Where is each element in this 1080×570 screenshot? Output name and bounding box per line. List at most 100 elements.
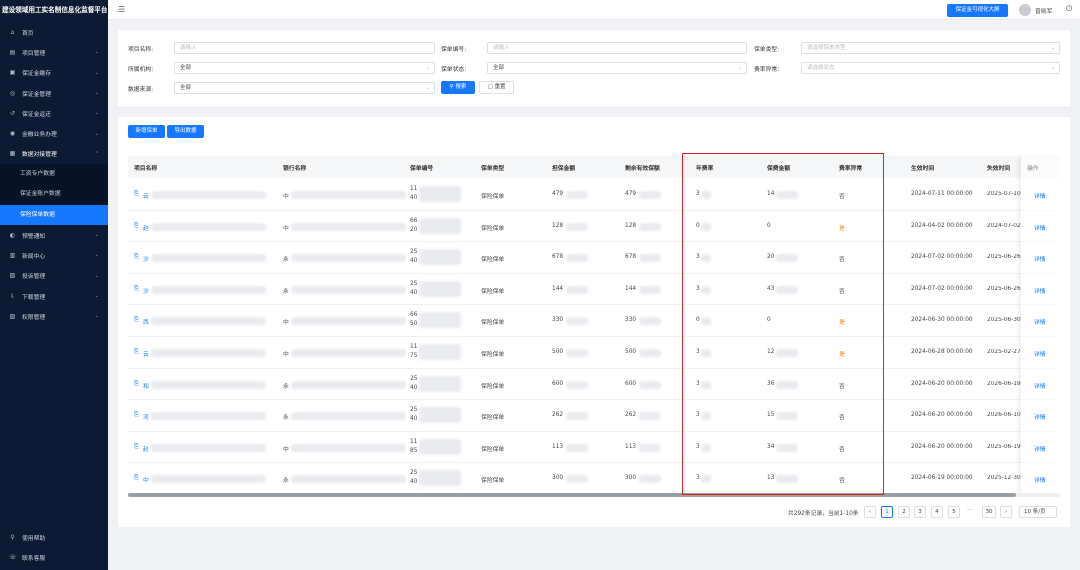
project-name-label: 项目名称: bbox=[128, 47, 154, 53]
redacted-text bbox=[639, 254, 661, 263]
redacted-text bbox=[639, 191, 661, 199]
document-icon: ⎘ bbox=[134, 474, 139, 482]
end-time-cell: 2026-06-10 bbox=[987, 412, 1021, 419]
project-name-link[interactable]: 沙 bbox=[143, 254, 149, 263]
submenu-item[interactable]: 保证金账户数据 bbox=[0, 184, 108, 204]
policy-status-select[interactable]: 全部 ⌄ bbox=[487, 62, 747, 74]
detail-link[interactable]: 详情 bbox=[1034, 381, 1046, 390]
end-time-cell: 2025-06-30 bbox=[987, 317, 1021, 324]
project-icon: ▤ bbox=[9, 48, 16, 56]
detail-link[interactable]: 详情 bbox=[1034, 444, 1046, 453]
policy-type-select[interactable]: 请选择保单类型 ⌄ bbox=[801, 42, 1060, 54]
fee-abnormal-select[interactable]: 请选择状态 ⌄ bbox=[801, 62, 1060, 74]
start-time-cell: 2024-06-19 00:00:00 bbox=[911, 475, 973, 482]
redacted-text bbox=[776, 412, 798, 421]
policy-no-input[interactable]: 请输入 bbox=[487, 42, 747, 54]
policy-no-cell: 66 bbox=[410, 312, 418, 319]
sidebar-item-project[interactable]: ▤ 项目管理 ⌄ bbox=[0, 42, 108, 62]
bank-name-cell: 永 bbox=[283, 257, 289, 264]
sidebar-item-download[interactable]: ⇩ 下载管理 ⌄ bbox=[0, 286, 108, 306]
end-time-cell: 2025-06-26 bbox=[987, 285, 1021, 292]
prev-page-button[interactable]: ‹ bbox=[864, 506, 876, 518]
username[interactable]: 曾晓军 bbox=[1035, 6, 1052, 15]
sidebar-item-news[interactable]: ▥ 新闻中心 ⌄ bbox=[0, 245, 108, 265]
project-name-link[interactable]: 赵 bbox=[143, 223, 149, 232]
sidebar-item-guarantee[interactable]: ◎ 保证金管理 ⌄ bbox=[0, 83, 108, 103]
permission-icon: ▨ bbox=[9, 312, 16, 320]
start-time-cell: 2024-06-20 00:00:00 bbox=[911, 412, 973, 419]
submenu-item[interactable]: 工资专户数据 bbox=[0, 164, 108, 184]
sidebar-item-help[interactable]: ⚲ 使用帮助 bbox=[0, 527, 108, 547]
horizontal-scrollbar-thumb[interactable] bbox=[128, 493, 1016, 497]
project-name-link[interactable]: 和 bbox=[143, 381, 149, 390]
bank-name-cell: 永 bbox=[283, 383, 289, 390]
redacted-text bbox=[291, 222, 406, 231]
sidebar-item-deposit[interactable]: ▣ 保证金缴存 ⌄ bbox=[0, 63, 108, 83]
project-name-link[interactable]: 中 bbox=[143, 475, 149, 484]
sidebar-item-finance[interactable]: ◉ 金融业务办理 ⌄ bbox=[0, 123, 108, 143]
sidebar-item-home[interactable]: ⌂ 首页 bbox=[0, 22, 108, 42]
detail-link[interactable]: 详情 bbox=[1034, 475, 1046, 484]
search-button[interactable]: ⚲ 搜索 bbox=[441, 81, 475, 94]
project-name-link[interactable]: 西 bbox=[143, 317, 149, 326]
project-name-link[interactable]: 河 bbox=[143, 412, 149, 421]
next-page-button[interactable]: › bbox=[1000, 506, 1012, 518]
page-5-button[interactable]: 5 bbox=[948, 506, 960, 518]
premium-cell: 12 bbox=[767, 349, 775, 355]
detail-link[interactable]: 详情 bbox=[1034, 317, 1046, 326]
sidebar-item-label: 投诉管理 bbox=[22, 274, 46, 281]
sidebar-item-complaint[interactable]: ▧ 投诉管理 ⌄ bbox=[0, 266, 108, 286]
page-2-button[interactable]: 2 bbox=[898, 506, 910, 518]
sidebar-item-permission[interactable]: ▨ 权限管理 ⌄ bbox=[0, 306, 108, 326]
sidebar-item-service[interactable]: ☏ 联系客服 bbox=[0, 548, 108, 568]
redacted-text bbox=[776, 380, 798, 389]
chevron-down-icon: ⌄ bbox=[1050, 65, 1055, 71]
avatar[interactable] bbox=[1019, 4, 1031, 16]
page-last-button[interactable]: 30 bbox=[982, 506, 996, 518]
page-3-button[interactable]: 3 bbox=[914, 506, 926, 518]
sidebar-item-alert[interactable]: ◐ 预警通知 ⌄ bbox=[0, 225, 108, 245]
org-select[interactable]: 全部 ⌄ bbox=[174, 62, 435, 74]
pagination-ellipsis[interactable]: ··· bbox=[967, 507, 973, 514]
project-name-link[interactable]: 云 bbox=[143, 349, 149, 358]
sidebar-item-label: 首页 bbox=[22, 30, 34, 37]
sidebar-item-data[interactable]: ▦ 数据对接管理 ⌃ bbox=[0, 144, 108, 164]
remaining-amount-cell: 479 bbox=[625, 191, 637, 197]
fee-abnormal-cell: 否 bbox=[839, 194, 845, 200]
detail-link[interactable]: 详情 bbox=[1034, 286, 1046, 295]
document-icon: ⎘ bbox=[134, 442, 139, 450]
menu-fold-icon[interactable]: ☰ bbox=[118, 5, 125, 14]
detail-link[interactable]: 详情 bbox=[1034, 254, 1046, 263]
sidebar-item-refund[interactable]: ↺ 保证金返还 ⌄ bbox=[0, 103, 108, 123]
column-header: 失效时间 bbox=[987, 166, 1011, 172]
bank-name-cell: 中 bbox=[283, 352, 289, 358]
project-name-link[interactable]: 沙 bbox=[143, 286, 149, 295]
page-1-button[interactable]: 1 bbox=[881, 506, 893, 518]
project-name-link[interactable]: 赵 bbox=[143, 444, 149, 453]
detail-link[interactable]: 详情 bbox=[1034, 412, 1046, 421]
export-button[interactable]: 导出数据 bbox=[167, 125, 204, 138]
dashboard-button[interactable]: 保证金可视化大屏 bbox=[947, 4, 1008, 17]
page-4-button[interactable]: 4 bbox=[931, 506, 943, 518]
redacted-text bbox=[151, 380, 266, 389]
policy-no-cell: 11 bbox=[410, 344, 418, 350]
sidebar: 建设领域用工实名制信息化监督平台 ⌂ 首页 ▤ 项目管理 ⌄ ▣ 保证金缴存 ⌄ ◎ 保证金管理 ⌄… bbox=[0, 0, 108, 570]
guarantee-amount-cell: 479 bbox=[552, 191, 564, 197]
detail-link[interactable]: 详情 bbox=[1034, 223, 1046, 232]
policy-no-cell: 40 bbox=[410, 289, 418, 296]
detail-link[interactable]: 详情 bbox=[1034, 191, 1046, 200]
submenu-item[interactable]: 保险保单数据 bbox=[0, 204, 108, 225]
source-select[interactable]: 全部 ⌄ bbox=[174, 82, 435, 94]
page-size-select[interactable]: 10 条/页 bbox=[1019, 506, 1057, 518]
start-time-cell: 2024-06-20 00:00:00 bbox=[911, 380, 973, 387]
redacted-text bbox=[566, 222, 588, 231]
redacted-text bbox=[639, 222, 661, 231]
detail-link[interactable]: 详情 bbox=[1034, 349, 1046, 358]
redacted-text bbox=[419, 186, 461, 202]
reset-button[interactable]: ▢ 重置 bbox=[479, 81, 514, 94]
redacted-text bbox=[151, 285, 266, 294]
power-icon[interactable]: ⏻ bbox=[1066, 4, 1072, 14]
project-name-link[interactable]: 云 bbox=[143, 191, 149, 200]
project-name-input[interactable]: 请输入 bbox=[174, 42, 435, 54]
add-policy-button[interactable]: 新增保单 bbox=[128, 125, 165, 138]
